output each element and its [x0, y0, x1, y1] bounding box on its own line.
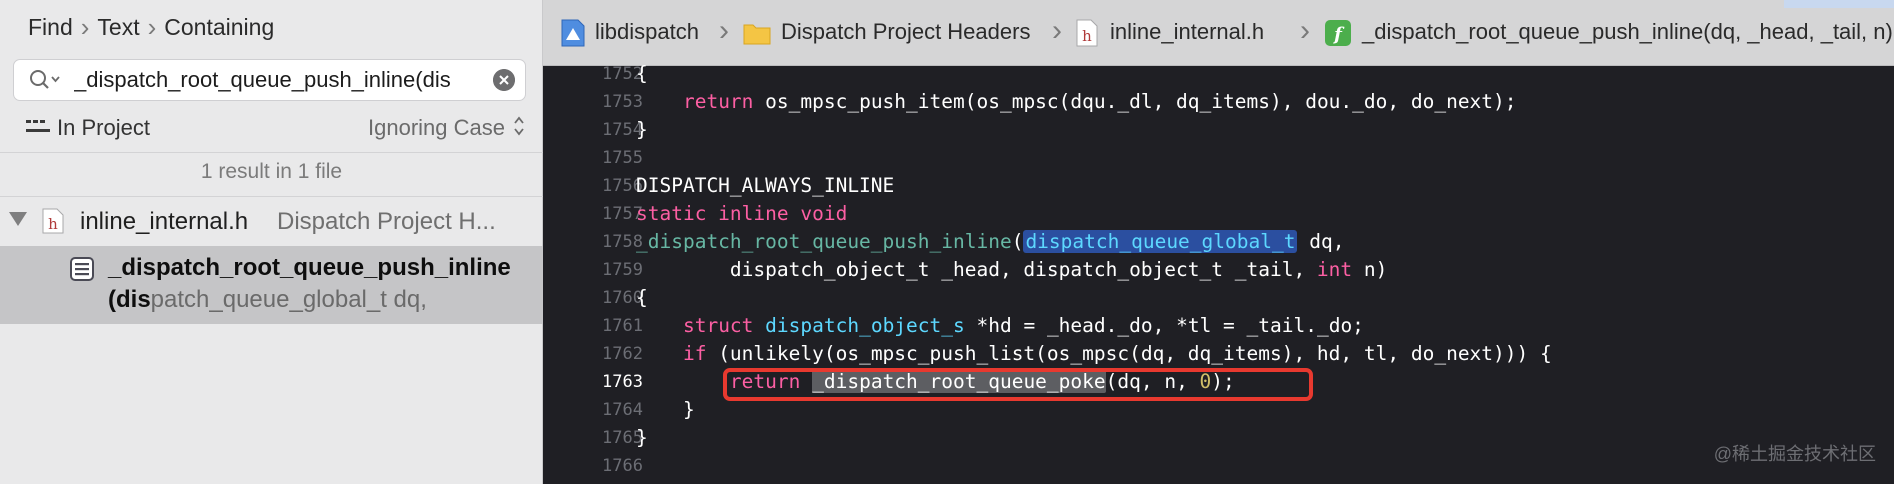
source-editor: libdispatch › Dispatch Project Headers ›… [543, 0, 1894, 484]
watermark: @稀土掘金技术社区 [1713, 444, 1876, 464]
scope-selector[interactable]: In Project [57, 115, 150, 141]
chevron-right-icon: › [1300, 14, 1310, 47]
code-text: { [636, 286, 648, 309]
line-number: 1757 [602, 204, 643, 224]
code-line: 1753 return os_mpsc_push_item(os_mpsc(dq… [543, 88, 1894, 116]
line-number: 1758 [602, 232, 643, 252]
code-text: { [636, 62, 648, 85]
xcode-window: Find › Text › Containing _dispatch_root_… [0, 0, 1894, 484]
code-area[interactable]: 1752 { 1753 return os_mpsc_push_item(os_… [543, 62, 1894, 484]
line-number: 1756 [602, 176, 643, 196]
find-breadcrumb: Find › Text › Containing [0, 0, 543, 54]
type-token-highlighted: dispatch_queue_global_t [1023, 230, 1298, 253]
code-text: DISPATCH_ALWAYS_INLINE [636, 174, 895, 197]
clear-search-icon[interactable] [493, 69, 515, 91]
match-text: _dispatch_root_queue_push_inline(dispatc… [108, 252, 528, 316]
svg-text:h: h [48, 215, 58, 233]
chevron-right-icon: › [80, 12, 90, 42]
up-down-chevron-icon[interactable] [513, 114, 525, 138]
find-navigator: Find › Text › Containing _dispatch_root_… [0, 0, 543, 484]
code-line: 1766 [543, 452, 1894, 480]
keyword-token: struct [682, 314, 754, 337]
jump-bar-symbol[interactable]: _dispatch_root_queue_push_inline(dq, _he… [1362, 19, 1893, 45]
line-number: 1753 [602, 92, 643, 112]
line-number: 1760 [602, 288, 643, 308]
code-text: _dispatch_root_queue_push_inline(dispatc… [636, 230, 1345, 253]
project-icon[interactable] [561, 19, 585, 47]
line-number: 1761 [602, 316, 643, 336]
function-token: _dispatch_root_queue_push_inline [636, 230, 1012, 253]
code-text: struct dispatch_object_s *hd = _head._do… [682, 314, 1364, 337]
line-number: 1755 [602, 148, 643, 168]
code-line: 1761 struct dispatch_object_s *hd = _hea… [543, 312, 1894, 340]
jump-bar-group[interactable]: Dispatch Project Headers [781, 19, 1030, 45]
divider [0, 152, 543, 153]
chevron-right-icon: › [1052, 14, 1062, 47]
folder-icon[interactable] [743, 21, 771, 45]
result-file-name: inline_internal.h [80, 208, 249, 235]
annotation-highlight-box [723, 368, 1313, 401]
find-scope-row: In Project Ignoring Case [0, 108, 543, 148]
code-line: 1758 _dispatch_root_queue_push_inline(di… [543, 228, 1894, 256]
result-file-row[interactable]: h inline_internal.h Dispatch Project H..… [0, 198, 543, 244]
disclosure-triangle-icon[interactable] [9, 212, 27, 226]
keyword-token: return [682, 90, 754, 113]
line-number: 1762 [602, 344, 643, 364]
line-number: 1752 [602, 64, 643, 84]
jump-bar: libdispatch › Dispatch Project Headers ›… [543, 0, 1894, 66]
code-line: 1754 } [543, 116, 1894, 144]
jump-bar-file[interactable]: inline_internal.h [1110, 19, 1264, 45]
code-line: 1752 { [543, 60, 1894, 88]
code-line: 1756 DISPATCH_ALWAYS_INLINE [543, 172, 1894, 200]
find-mode-text[interactable]: Text [97, 14, 139, 41]
tab-edge [1784, 0, 1894, 8]
code-text: static inline void [636, 202, 848, 225]
divider [0, 196, 543, 197]
search-match-row[interactable]: _dispatch_root_queue_push_inline(dispatc… [0, 246, 543, 324]
text-match-icon [70, 257, 94, 281]
line-number: 1766 [602, 456, 643, 476]
line-number: 1759 [602, 260, 643, 280]
svg-text:h: h [1082, 27, 1092, 45]
line-number: 1764 [602, 400, 643, 420]
code-text: } [636, 398, 695, 421]
code-text: if (unlikely(os_mpsc_push_list(os_mpsc(d… [682, 342, 1552, 365]
find-search-field[interactable]: _dispatch_root_queue_push_inline(dis [13, 59, 526, 101]
search-query-text[interactable]: _dispatch_root_queue_push_inline(dis [74, 67, 474, 93]
header-file-icon[interactable]: h [1076, 19, 1098, 47]
code-line: 1760 { [543, 284, 1894, 312]
code-text: } [636, 118, 648, 141]
code-text: } [636, 426, 648, 449]
code-line: 1755 [543, 144, 1894, 172]
line-number: 1763 [602, 372, 643, 392]
function-icon[interactable]: f [1324, 19, 1352, 47]
find-mode-containing[interactable]: Containing [164, 14, 274, 41]
code-line: 1759 dispatch_object_t _head, dispatch_o… [543, 256, 1894, 284]
result-summary: 1 result in 1 file [200, 160, 343, 183]
code-text: dispatch_object_t _head, dispatch_object… [636, 258, 1388, 281]
chevron-right-icon: › [147, 12, 157, 42]
type-token: dispatch_object_s [765, 314, 965, 337]
chevron-right-icon: › [719, 14, 729, 47]
code-text: return os_mpsc_push_item(os_mpsc(dqu._dl… [682, 90, 1517, 113]
match-context: patch_queue_global_t dq, [150, 286, 427, 313]
keyword-token: if [682, 342, 707, 365]
line-number: 1765 [602, 428, 643, 448]
search-options-icon[interactable] [28, 67, 62, 93]
jump-bar-project[interactable]: libdispatch [595, 19, 699, 45]
code-line: 1762 if (unlikely(os_mpsc_push_list(os_m… [543, 340, 1894, 368]
code-line: 1757 static inline void [543, 200, 1894, 228]
header-file-icon: h [42, 208, 64, 234]
find-mode-find[interactable]: Find [28, 14, 73, 41]
scope-icon[interactable] [26, 118, 50, 136]
result-file-path: Dispatch Project H... [277, 208, 496, 235]
line-number: 1754 [602, 120, 643, 140]
case-sensitivity-selector[interactable]: Ignoring Case [368, 115, 505, 141]
code-line: 1765 } [543, 424, 1894, 452]
keyword-token: int [1316, 258, 1353, 281]
